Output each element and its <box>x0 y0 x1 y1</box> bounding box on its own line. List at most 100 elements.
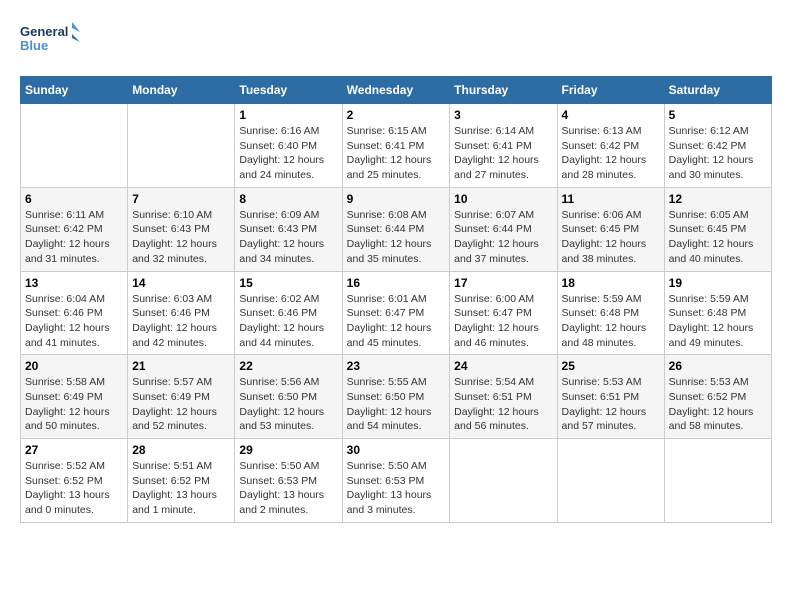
day-info: Sunrise: 6:12 AM Sunset: 6:42 PM Dayligh… <box>669 124 767 183</box>
day-number: 26 <box>669 359 767 373</box>
day-number: 23 <box>347 359 446 373</box>
calendar-cell: 23 Sunrise: 5:55 AM Sunset: 6:50 PM Dayli… <box>342 355 450 439</box>
calendar-cell: 10 Sunrise: 6:07 AM Sunset: 6:44 PM Dayli… <box>450 187 557 271</box>
day-info: Sunrise: 6:04 AM Sunset: 6:46 PM Dayligh… <box>25 292 123 351</box>
day-number: 21 <box>132 359 230 373</box>
day-number: 11 <box>562 192 660 206</box>
day-number: 25 <box>562 359 660 373</box>
day-number: 3 <box>454 108 552 122</box>
day-number: 10 <box>454 192 552 206</box>
calendar-cell <box>557 439 664 523</box>
day-number: 19 <box>669 276 767 290</box>
day-info: Sunrise: 6:10 AM Sunset: 6:43 PM Dayligh… <box>132 208 230 267</box>
day-info: Sunrise: 6:16 AM Sunset: 6:40 PM Dayligh… <box>239 124 337 183</box>
day-number: 14 <box>132 276 230 290</box>
week-row-2: 6 Sunrise: 6:11 AM Sunset: 6:42 PM Daylig… <box>21 187 772 271</box>
calendar-cell: 11 Sunrise: 6:06 AM Sunset: 6:45 PM Dayli… <box>557 187 664 271</box>
calendar-cell <box>128 104 235 188</box>
day-info: Sunrise: 5:54 AM Sunset: 6:51 PM Dayligh… <box>454 375 552 434</box>
page-header: General Blue <box>20 20 772 60</box>
calendar-body: 1 Sunrise: 6:16 AM Sunset: 6:40 PM Daylig… <box>21 104 772 523</box>
day-info: Sunrise: 5:50 AM Sunset: 6:53 PM Dayligh… <box>239 459 337 518</box>
calendar-cell: 27Sunrise: 5:52 AM Sunset: 6:52 PM Dayli… <box>21 439 128 523</box>
day-info: Sunrise: 6:03 AM Sunset: 6:46 PM Dayligh… <box>132 292 230 351</box>
day-info: Sunrise: 5:50 AM Sunset: 6:53 PM Dayligh… <box>347 459 446 518</box>
calendar-cell: 6 Sunrise: 6:11 AM Sunset: 6:42 PM Daylig… <box>21 187 128 271</box>
week-row-4: 20 Sunrise: 5:58 AM Sunset: 6:49 PM Dayli… <box>21 355 772 439</box>
weekday-header-row: SundayMondayTuesdayWednesdayThursdayFrid… <box>21 77 772 104</box>
day-info: Sunrise: 6:13 AM Sunset: 6:42 PM Dayligh… <box>562 124 660 183</box>
weekday-saturday: Saturday <box>664 77 771 104</box>
day-number: 16 <box>347 276 446 290</box>
day-info: Sunrise: 5:59 AM Sunset: 6:48 PM Dayligh… <box>669 292 767 351</box>
calendar-cell: 8Sunrise: 6:09 AM Sunset: 6:43 PM Daylig… <box>235 187 342 271</box>
day-number: 9 <box>347 192 446 206</box>
day-info: Sunrise: 5:58 AM Sunset: 6:49 PM Dayligh… <box>25 375 123 434</box>
calendar-cell: 3 Sunrise: 6:14 AM Sunset: 6:41 PM Daylig… <box>450 104 557 188</box>
day-number: 12 <box>669 192 767 206</box>
weekday-monday: Monday <box>128 77 235 104</box>
weekday-tuesday: Tuesday <box>235 77 342 104</box>
day-info: Sunrise: 5:55 AM Sunset: 6:50 PM Dayligh… <box>347 375 446 434</box>
week-row-5: 27Sunrise: 5:52 AM Sunset: 6:52 PM Dayli… <box>21 439 772 523</box>
calendar-cell: 13Sunrise: 6:04 AM Sunset: 6:46 PM Dayli… <box>21 271 128 355</box>
day-info: Sunrise: 5:57 AM Sunset: 6:49 PM Dayligh… <box>132 375 230 434</box>
calendar-cell: 26 Sunrise: 5:53 AM Sunset: 6:52 PM Dayli… <box>664 355 771 439</box>
day-number: 2 <box>347 108 446 122</box>
day-info: Sunrise: 6:01 AM Sunset: 6:47 PM Dayligh… <box>347 292 446 351</box>
day-info: Sunrise: 6:06 AM Sunset: 6:45 PM Dayligh… <box>562 208 660 267</box>
calendar-cell: 21 Sunrise: 5:57 AM Sunset: 6:49 PM Dayli… <box>128 355 235 439</box>
calendar-cell: 28Sunrise: 5:51 AM Sunset: 6:52 PM Dayli… <box>128 439 235 523</box>
calendar-cell: 22 Sunrise: 5:56 AM Sunset: 6:50 PM Dayli… <box>235 355 342 439</box>
day-info: Sunrise: 5:59 AM Sunset: 6:48 PM Dayligh… <box>562 292 660 351</box>
calendar-cell <box>21 104 128 188</box>
day-info: Sunrise: 6:11 AM Sunset: 6:42 PM Dayligh… <box>25 208 123 267</box>
day-number: 8 <box>239 192 337 206</box>
calendar-cell: 2 Sunrise: 6:15 AM Sunset: 6:41 PM Daylig… <box>342 104 450 188</box>
day-info: Sunrise: 6:07 AM Sunset: 6:44 PM Dayligh… <box>454 208 552 267</box>
calendar-cell: 14 Sunrise: 6:03 AM Sunset: 6:46 PM Dayli… <box>128 271 235 355</box>
calendar-cell: 17Sunrise: 6:00 AM Sunset: 6:47 PM Dayli… <box>450 271 557 355</box>
calendar-cell: 25Sunrise: 5:53 AM Sunset: 6:51 PM Dayli… <box>557 355 664 439</box>
day-info: Sunrise: 6:15 AM Sunset: 6:41 PM Dayligh… <box>347 124 446 183</box>
weekday-wednesday: Wednesday <box>342 77 450 104</box>
day-info: Sunrise: 6:14 AM Sunset: 6:41 PM Dayligh… <box>454 124 552 183</box>
weekday-thursday: Thursday <box>450 77 557 104</box>
day-number: 24 <box>454 359 552 373</box>
svg-text:Blue: Blue <box>20 38 48 53</box>
day-info: Sunrise: 5:56 AM Sunset: 6:50 PM Dayligh… <box>239 375 337 434</box>
calendar-cell: 1 Sunrise: 6:16 AM Sunset: 6:40 PM Daylig… <box>235 104 342 188</box>
day-number: 22 <box>239 359 337 373</box>
day-number: 6 <box>25 192 123 206</box>
calendar-cell: 18 Sunrise: 5:59 AM Sunset: 6:48 PM Dayli… <box>557 271 664 355</box>
calendar-cell: 5 Sunrise: 6:12 AM Sunset: 6:42 PM Daylig… <box>664 104 771 188</box>
calendar-cell: 9 Sunrise: 6:08 AM Sunset: 6:44 PM Daylig… <box>342 187 450 271</box>
calendar-cell <box>450 439 557 523</box>
day-info: Sunrise: 5:53 AM Sunset: 6:52 PM Dayligh… <box>669 375 767 434</box>
svg-text:General: General <box>20 24 68 39</box>
calendar-header: SundayMondayTuesdayWednesdayThursdayFrid… <box>21 77 772 104</box>
day-number: 15 <box>239 276 337 290</box>
calendar-cell: 29 Sunrise: 5:50 AM Sunset: 6:53 PM Dayli… <box>235 439 342 523</box>
week-row-1: 1 Sunrise: 6:16 AM Sunset: 6:40 PM Daylig… <box>21 104 772 188</box>
day-number: 30 <box>347 443 446 457</box>
day-info: Sunrise: 5:52 AM Sunset: 6:52 PM Dayligh… <box>25 459 123 518</box>
day-info: Sunrise: 6:05 AM Sunset: 6:45 PM Dayligh… <box>669 208 767 267</box>
calendar-cell: 24 Sunrise: 5:54 AM Sunset: 6:51 PM Dayli… <box>450 355 557 439</box>
calendar-cell: 15Sunrise: 6:02 AM Sunset: 6:46 PM Dayli… <box>235 271 342 355</box>
weekday-friday: Friday <box>557 77 664 104</box>
calendar-cell: 7 Sunrise: 6:10 AM Sunset: 6:43 PM Daylig… <box>128 187 235 271</box>
calendar-table: SundayMondayTuesdayWednesdayThursdayFrid… <box>20 76 772 523</box>
day-number: 5 <box>669 108 767 122</box>
day-number: 17 <box>454 276 552 290</box>
calendar-cell: 30 Sunrise: 5:50 AM Sunset: 6:53 PM Dayli… <box>342 439 450 523</box>
day-info: Sunrise: 6:08 AM Sunset: 6:44 PM Dayligh… <box>347 208 446 267</box>
day-number: 1 <box>239 108 337 122</box>
calendar-cell: 19 Sunrise: 5:59 AM Sunset: 6:48 PM Dayli… <box>664 271 771 355</box>
day-number: 18 <box>562 276 660 290</box>
day-number: 20 <box>25 359 123 373</box>
calendar-cell <box>664 439 771 523</box>
day-number: 7 <box>132 192 230 206</box>
logo-svg: General Blue <box>20 20 80 60</box>
day-number: 29 <box>239 443 337 457</box>
